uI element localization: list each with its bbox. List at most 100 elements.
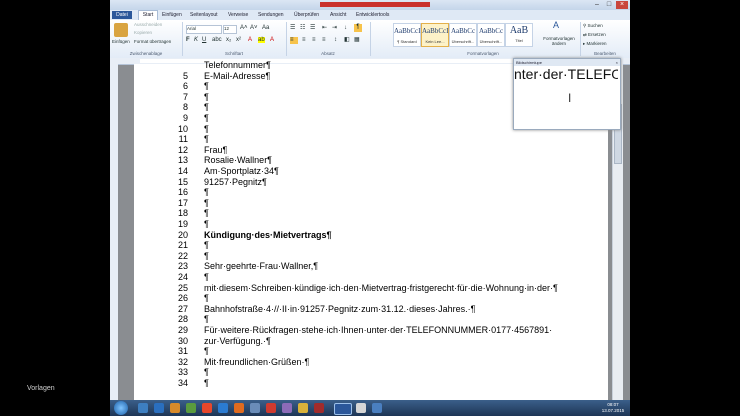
highlight-icon[interactable]: ab bbox=[258, 37, 265, 43]
vertical-ruler[interactable] bbox=[110, 64, 118, 400]
style-no-spacing[interactable]: AaBbCcI Kein Lee... bbox=[421, 23, 449, 47]
tab-ansicht[interactable]: Ansicht bbox=[330, 11, 346, 19]
tab-verweise[interactable]: Verweise bbox=[228, 11, 248, 19]
font-name-select[interactable]: Arial bbox=[186, 25, 222, 34]
document-line[interactable]: 12 Frau¶ bbox=[168, 145, 608, 156]
tab-entwicklertools[interactable]: Entwicklertools bbox=[356, 11, 389, 19]
document-line[interactable]: 33 ¶ bbox=[168, 367, 608, 378]
tab-seitenlayout[interactable]: Seitenlayout bbox=[190, 11, 218, 19]
borders-icon[interactable]: ▦ bbox=[354, 37, 360, 43]
sort-icon[interactable]: ↓ bbox=[344, 25, 347, 31]
align-right-icon[interactable]: ≡ bbox=[312, 37, 316, 43]
strikethrough-icon[interactable]: abc bbox=[212, 37, 222, 43]
line-spacing-icon[interactable]: ↕ bbox=[334, 37, 337, 43]
close-icon[interactable]: × bbox=[616, 59, 618, 66]
paste-icon[interactable] bbox=[114, 23, 128, 37]
document-line[interactable]: 13 Rosalie·Wallner¶ bbox=[168, 155, 608, 166]
start-button[interactable] bbox=[114, 401, 128, 415]
line-number: 13 bbox=[177, 155, 188, 166]
document-line[interactable]: 21 ¶ bbox=[168, 240, 608, 251]
style-name: Titel bbox=[515, 38, 523, 43]
italic-icon[interactable]: K bbox=[194, 37, 198, 43]
tab-ueberpruefen[interactable]: Überprüfen bbox=[294, 11, 319, 19]
decrease-indent-icon[interactable]: ⇤ bbox=[322, 25, 327, 31]
superscript-icon[interactable]: x² bbox=[236, 37, 241, 43]
close-icon[interactable]: × bbox=[616, 1, 628, 9]
app-icon[interactable] bbox=[282, 403, 292, 413]
document-line[interactable]: 26 ¶ bbox=[168, 293, 608, 304]
select-button[interactable]: ▸ Markieren bbox=[583, 41, 607, 47]
align-left-icon[interactable]: ≡ bbox=[290, 37, 298, 44]
app-icon[interactable] bbox=[250, 403, 260, 413]
app-icon[interactable] bbox=[314, 403, 324, 413]
media-icon[interactable] bbox=[186, 403, 196, 413]
change-styles-button[interactable]: Formatvorlagen ändern bbox=[542, 36, 576, 46]
word-icon[interactable] bbox=[334, 403, 352, 415]
style-heading-2[interactable]: AaBbCc Überschrift... bbox=[477, 23, 505, 47]
document-line[interactable]: 19 ¶ bbox=[168, 219, 608, 230]
system-clock[interactable]: 08:07 13.07.2015 bbox=[598, 402, 628, 414]
multilevel-list-icon[interactable]: ☰ bbox=[310, 25, 315, 31]
tab-einfuegen[interactable]: Einfügen bbox=[162, 11, 182, 19]
app-icon[interactable] bbox=[372, 403, 382, 413]
document-line[interactable]: 27 Bahnhofstraße·4·//·II·in·91257·Pegnitz… bbox=[168, 304, 608, 315]
shrink-font-icon[interactable]: A˅ bbox=[250, 25, 258, 31]
subscript-icon[interactable]: x₂ bbox=[226, 37, 231, 43]
document-line[interactable]: 16 ¶ bbox=[168, 187, 608, 198]
document-line[interactable]: 15 91257·Pegnitz¶ bbox=[168, 177, 608, 188]
shading-icon[interactable]: ◧ bbox=[344, 37, 350, 43]
align-center-icon[interactable]: ≡ bbox=[302, 37, 306, 43]
folder-icon[interactable] bbox=[170, 403, 180, 413]
document-line[interactable]: 32 Mit·freundlichen·Grüßen·¶ bbox=[168, 357, 608, 368]
show-formatting-icon[interactable]: ¶ bbox=[354, 24, 362, 32]
tab-sendungen[interactable]: Sendungen bbox=[258, 11, 284, 19]
style-standard[interactable]: AaBbCcI ¶ Standard bbox=[393, 23, 421, 47]
justify-icon[interactable]: ≡ bbox=[322, 37, 326, 43]
cut-button[interactable]: Ausschneiden bbox=[134, 22, 162, 28]
document-line[interactable]: 11 ¶ bbox=[168, 134, 608, 145]
skype-icon[interactable] bbox=[218, 403, 228, 413]
font-color-icon[interactable]: A bbox=[270, 37, 274, 43]
grow-font-icon[interactable]: A˄ bbox=[240, 25, 248, 31]
chrome-icon[interactable] bbox=[202, 403, 212, 413]
ie-icon[interactable] bbox=[154, 403, 164, 413]
find-button[interactable]: ⚲ Suchen bbox=[583, 23, 603, 29]
app-icon[interactable] bbox=[298, 403, 308, 413]
magnifier-window[interactable]: Bildschirmlupe × nter·der·TELEFO I bbox=[513, 58, 621, 130]
document-line[interactable]: 18 ¶ bbox=[168, 208, 608, 219]
increase-indent-icon[interactable]: ⇥ bbox=[332, 25, 337, 31]
firefox-icon[interactable] bbox=[234, 403, 244, 413]
paste-button[interactable]: Einfügen bbox=[112, 39, 130, 45]
style-heading-1[interactable]: AaBbCc Überschrift... bbox=[449, 23, 477, 47]
bullets-icon[interactable]: ☰ bbox=[290, 25, 295, 31]
document-line[interactable]: 22 ¶ bbox=[168, 251, 608, 262]
minimize-icon[interactable]: – bbox=[592, 1, 602, 9]
document-line[interactable]: 30 zur·Verfügung.·¶ bbox=[168, 336, 608, 347]
app-icon[interactable] bbox=[266, 403, 276, 413]
document-line[interactable]: 34 ¶ bbox=[168, 378, 608, 389]
tab-datei[interactable]: Datei bbox=[112, 11, 132, 19]
format-painter-button[interactable]: Format übertragen bbox=[134, 39, 171, 45]
app-icon[interactable] bbox=[356, 403, 366, 413]
document-line[interactable]: 29 Für·weitere·Rückfragen·stehe·ich·Ihnen… bbox=[168, 325, 608, 336]
document-line[interactable]: 28 ¶ bbox=[168, 314, 608, 325]
font-size-select[interactable]: 12 bbox=[223, 25, 237, 34]
document-line[interactable]: 14 Am·Sportplatz·34¶ bbox=[168, 166, 608, 177]
document-line[interactable]: 25 mit·diesem·Schreiben·kündige·ich·den·M… bbox=[168, 283, 608, 294]
change-styles-icon[interactable]: A bbox=[553, 21, 559, 30]
numbering-icon[interactable]: ☷ bbox=[300, 25, 305, 31]
bold-icon[interactable]: F bbox=[186, 37, 190, 43]
document-line[interactable]: 31 ¶ bbox=[168, 346, 608, 357]
maximize-icon[interactable]: □ bbox=[604, 1, 614, 9]
document-line[interactable]: 23 Sehr·geehrte·Frau·Wallner,¶ bbox=[168, 261, 608, 272]
text-effects-icon[interactable]: A bbox=[248, 37, 252, 43]
copy-button[interactable]: Kopieren bbox=[134, 30, 152, 36]
document-line[interactable]: 17 ¶ bbox=[168, 198, 608, 209]
change-case-icon[interactable]: Aa bbox=[262, 25, 269, 31]
document-line[interactable]: 20 Kündigung·des·Mietvertrags¶ bbox=[168, 230, 608, 241]
underline-icon[interactable]: U bbox=[202, 37, 206, 43]
replace-button[interactable]: ⇄ Ersetzen bbox=[583, 32, 606, 38]
document-line[interactable]: 24 ¶ bbox=[168, 272, 608, 283]
style-title[interactable]: AaB Titel bbox=[505, 23, 533, 47]
explorer-icon[interactable] bbox=[138, 403, 148, 413]
